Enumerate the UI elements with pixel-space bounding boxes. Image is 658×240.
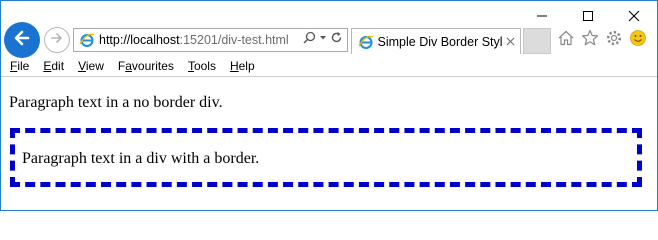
- browser-window: http://localhost:15201/div-test.html Sim…: [0, 0, 658, 211]
- address-bar[interactable]: http://localhost:15201/div-test.html: [73, 28, 348, 52]
- menu-file-rest: ile: [17, 58, 30, 73]
- menu-view-accel: V: [78, 58, 86, 73]
- close-button[interactable]: [611, 1, 657, 31]
- minimize-icon: [536, 10, 548, 22]
- minimize-button[interactable]: [519, 1, 565, 31]
- menu-file[interactable]: File: [1, 56, 36, 77]
- menu-view-rest: iew: [85, 58, 104, 73]
- menu-help[interactable]: Help: [223, 56, 262, 77]
- url-host: http://localhost: [99, 33, 180, 47]
- menu-tools-rest: ools: [193, 58, 216, 73]
- menu-view[interactable]: View: [71, 56, 111, 77]
- tab-close-icon[interactable]: [502, 34, 518, 50]
- new-tab-button[interactable]: [523, 28, 551, 54]
- tab-simple-div-border[interactable]: Simple Div Border Styl...: [351, 28, 521, 54]
- smiley-feedback-icon[interactable]: [629, 29, 647, 47]
- menu-help-rest: elp: [238, 58, 255, 73]
- back-button[interactable]: [4, 22, 40, 58]
- address-url: http://localhost:15201/div-test.html: [99, 33, 289, 47]
- no-border-paragraph: Paragraph text in a no border div.: [9, 94, 223, 111]
- page-content: Paragraph text in a no border div. Parag…: [2, 78, 657, 210]
- forward-arrow-icon: [49, 30, 65, 51]
- ie-logo-icon: [76, 29, 98, 51]
- back-arrow-icon: [12, 28, 32, 53]
- browser-toolbar: [557, 29, 647, 47]
- search-icon[interactable]: [303, 31, 316, 49]
- menu-tools[interactable]: Tools: [181, 56, 223, 77]
- menu-favourites-rest: vourites: [131, 58, 174, 73]
- bordered-div: Paragraph text in a div with a border.: [10, 128, 642, 187]
- settings-gear-icon[interactable]: [605, 29, 623, 47]
- favorites-star-icon[interactable]: [581, 29, 599, 47]
- bordered-paragraph: Paragraph text in a div with a border.: [22, 150, 260, 167]
- address-tools: [303, 31, 347, 49]
- ie-logo-icon: [356, 34, 376, 50]
- maximize-icon: [582, 10, 594, 22]
- home-icon[interactable]: [557, 29, 575, 47]
- menu-edit-rest: dit: [51, 58, 65, 73]
- close-icon: [628, 10, 640, 22]
- refresh-icon[interactable]: [330, 31, 343, 49]
- maximize-button[interactable]: [565, 1, 611, 31]
- menu-edit[interactable]: Edit: [36, 56, 71, 77]
- dropdown-icon[interactable]: [319, 31, 327, 49]
- tab-title: Simple Div Border Styl...: [377, 34, 503, 49]
- menu-bar: File Edit View Favourites Tools Help: [1, 56, 657, 77]
- forward-button[interactable]: [44, 27, 70, 53]
- url-path: :15201/div-test.html: [179, 33, 289, 47]
- caption-buttons: [519, 1, 657, 31]
- menu-favourites-accel: a: [125, 58, 132, 73]
- menu-help-accel: H: [229, 58, 239, 73]
- menu-favourites[interactable]: Favourites: [111, 56, 181, 77]
